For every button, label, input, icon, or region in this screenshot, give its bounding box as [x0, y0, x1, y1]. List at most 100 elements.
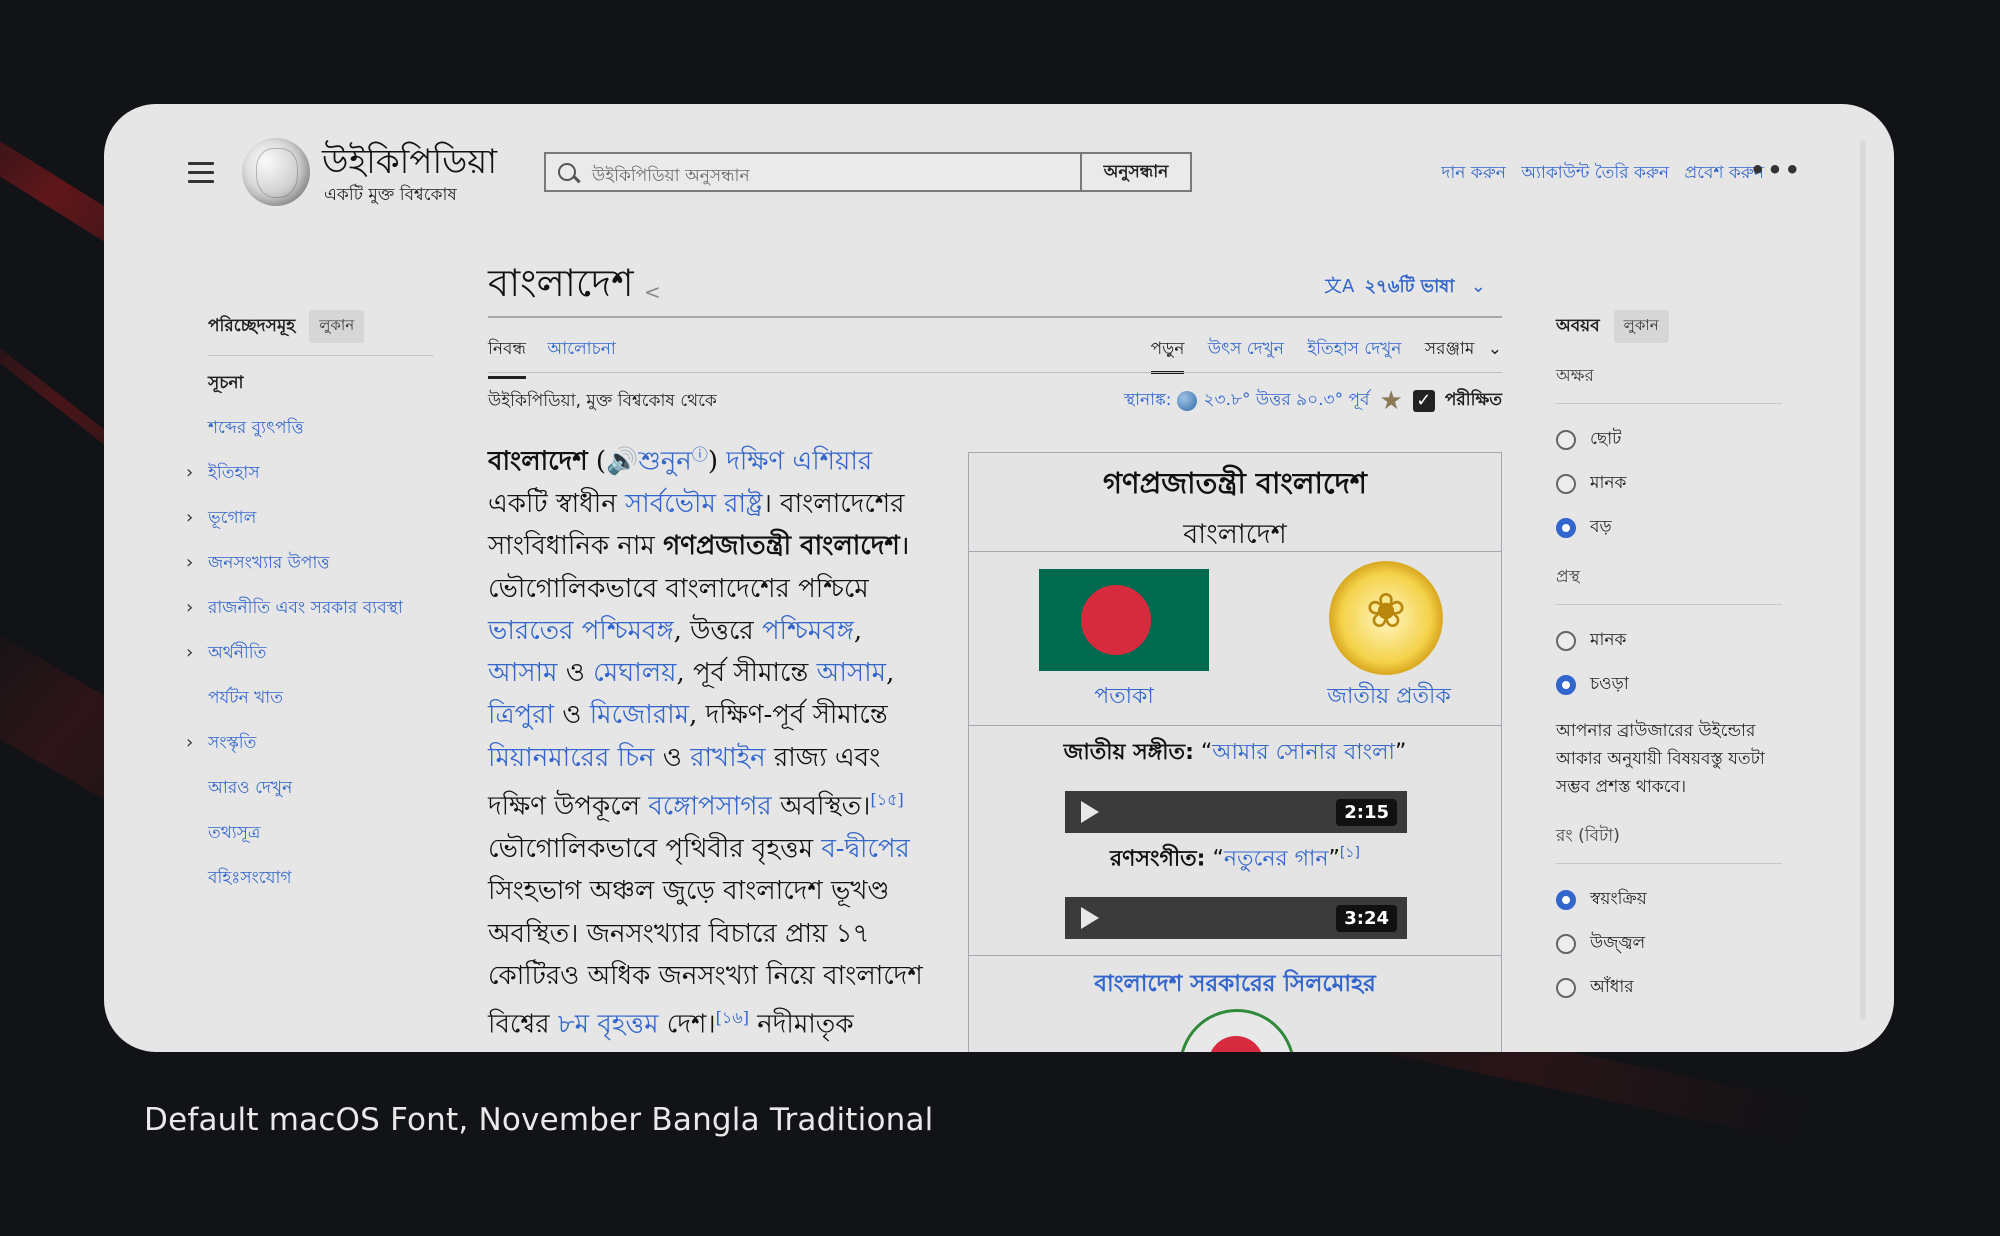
- appearance-hide-button[interactable]: লুকান: [1613, 310, 1669, 343]
- text: , দক্ষিণ-পূর্ব সীমান্তে: [689, 700, 888, 731]
- toc-item[interactable]: তথ্যসূত্র: [208, 820, 434, 865]
- wikipedia-globe-logo[interactable]: [242, 138, 310, 206]
- radio-button[interactable]: [1556, 934, 1576, 954]
- radio-button[interactable]: [1556, 430, 1576, 450]
- toc-hide-button[interactable]: লুকান: [309, 310, 365, 343]
- body-link[interactable]: বঙ্গোপসাগর: [648, 792, 771, 822]
- government-seal-image[interactable]: [1179, 1009, 1295, 1052]
- coord-value[interactable]: ২৩.৮° উত্তর ৯০.৩° পূর্ব: [1203, 387, 1369, 415]
- width-option[interactable]: মানক: [1556, 619, 1782, 663]
- tab-tools[interactable]: সরঞ্জাম: [1425, 339, 1474, 359]
- radio-button-selected[interactable]: [1556, 675, 1576, 695]
- info-icon[interactable]: ⓘ: [692, 445, 708, 464]
- listen-link[interactable]: 🔊শুনুন: [606, 447, 692, 477]
- toc-item[interactable]: › ইতিহাস: [186, 460, 434, 505]
- body-link[interactable]: ৮ম বৃহত্তম: [558, 1010, 659, 1040]
- reference-link[interactable]: [১৫]: [870, 790, 903, 809]
- text: ভৌগোলিকভাবে পৃথিবীর বৃহত্তম: [488, 833, 822, 864]
- chevron-down-icon[interactable]: ⌄: [1488, 339, 1502, 359]
- march-link[interactable]: নতুনের গান: [1224, 846, 1329, 871]
- toc-item[interactable]: › জনসংখ্যার উপাত্ত: [186, 550, 434, 595]
- divider: [969, 551, 1501, 552]
- body-link[interactable]: ত্রিপুরা: [488, 700, 554, 730]
- body-link[interactable]: মিজোরাম: [590, 700, 689, 730]
- body-link[interactable]: সার্বভৌম রাষ্ট্র: [625, 489, 763, 519]
- width-option[interactable]: চওড়া: [1556, 663, 1782, 707]
- tab-view-history[interactable]: ইতিহাস দেখুন: [1307, 339, 1401, 359]
- share-icon[interactable]: <: [644, 280, 661, 304]
- radio-button[interactable]: [1556, 631, 1576, 651]
- radio-button[interactable]: [1556, 474, 1576, 494]
- tab-talk[interactable]: আলোচনা: [547, 336, 616, 376]
- play-icon[interactable]: [1081, 907, 1099, 929]
- globe-icon[interactable]: [1177, 391, 1198, 411]
- body-line: মিয়ানমারের চিন ও রাখাইন রাজ্য এবং: [488, 737, 950, 779]
- article-body: বাংলাদেশ (🔊শুনুনⓘ) দক্ষিণ এশিয়ার একটি স…: [488, 434, 950, 1046]
- emblem-link[interactable]: জাতীয় প্রতীক: [1299, 679, 1479, 716]
- chevron-right-icon[interactable]: ›: [186, 595, 193, 621]
- tab-read[interactable]: পড়ুন: [1150, 339, 1185, 374]
- bangladesh-flag-image[interactable]: [1039, 569, 1209, 671]
- play-icon[interactable]: [1081, 801, 1099, 823]
- text-size-option[interactable]: বড়: [1556, 506, 1782, 550]
- radio-button[interactable]: [1556, 978, 1576, 998]
- color-option[interactable]: স্বয়ংক্রিয়: [1556, 878, 1782, 922]
- chevron-right-icon[interactable]: ›: [186, 460, 193, 486]
- color-option[interactable]: আঁধার: [1556, 966, 1782, 1010]
- body-link[interactable]: ব-দ্বীপের: [821, 834, 910, 864]
- scrollbar[interactable]: [1860, 140, 1866, 1020]
- chevron-right-icon[interactable]: ›: [186, 550, 193, 576]
- body-line: বিশ্বের ৮ম বৃহত্তম দেশ।[১৬] নদীমাতৃক: [488, 997, 950, 1046]
- body-link[interactable]: মিয়ানমারের চিন: [488, 743, 655, 773]
- toc-item[interactable]: আরও দেখুন: [208, 775, 434, 820]
- reference-link[interactable]: [১]: [1340, 845, 1360, 861]
- reference-link[interactable]: [১৬]: [716, 1008, 749, 1027]
- color-option[interactable]: উজ্জ্বল: [1556, 922, 1782, 966]
- donate-link[interactable]: দান করুন: [1441, 163, 1506, 183]
- search-button[interactable]: অনুসন্ধান: [1080, 152, 1192, 192]
- body-link[interactable]: ভারতের পশ্চিমবঙ্গ: [488, 616, 674, 646]
- body-link[interactable]: আসাম: [817, 658, 886, 688]
- text: অবস্থিত।: [771, 791, 871, 822]
- toc-item[interactable]: › সংস্কৃতি: [186, 730, 434, 775]
- audio-player[interactable]: 2:15: [1065, 791, 1407, 833]
- text: “: [1193, 740, 1213, 765]
- more-options-icon[interactable]: •••: [1750, 156, 1802, 184]
- search-input[interactable]: উইকিপিডিয়া অনুসন্ধান: [544, 152, 1084, 192]
- flag-link[interactable]: পতাকা: [1039, 679, 1209, 716]
- body-link[interactable]: দক্ষিণ এশিয়ার: [726, 447, 872, 477]
- divider: [1556, 863, 1782, 864]
- main-menu-icon[interactable]: [188, 162, 214, 184]
- body-link[interactable]: রাখাইন: [690, 743, 766, 773]
- toc-item[interactable]: পর্যটন খাত: [208, 685, 434, 730]
- toc-item-label: ইতিহাস: [208, 463, 260, 483]
- body-line: সিংহভাগ অঞ্চল জুড়ে বাংলাদেশ ভূখণ্ড: [488, 876, 890, 907]
- anthem-link[interactable]: আমার সোনার বাংলা: [1212, 740, 1395, 765]
- chevron-right-icon[interactable]: ›: [186, 640, 193, 666]
- create-account-link[interactable]: অ্যাকাউন্ট তৈরি করুন: [1521, 163, 1669, 183]
- toc-item[interactable]: সূচনা: [208, 370, 434, 415]
- body-link[interactable]: মেঘালয়: [593, 658, 676, 688]
- seal-link[interactable]: বাংলাদেশ সরকারের সিলমোহর: [969, 965, 1501, 1004]
- featured-star-icon: ★: [1379, 386, 1403, 416]
- text-size-option[interactable]: মানক: [1556, 462, 1782, 506]
- toc-item[interactable]: বহিঃসংযোগ: [208, 865, 434, 910]
- body-link[interactable]: পশ্চিমবঙ্গ: [762, 616, 854, 646]
- language-button[interactable]: 文A ২৭৬টি ভাষা ⌄: [1324, 272, 1486, 303]
- chevron-right-icon[interactable]: ›: [186, 505, 193, 531]
- radio-button-selected[interactable]: [1556, 890, 1576, 910]
- body-line: সাংবিধানিক নাম গণপ্রজাতন্ত্রী বাংলাদেশ।: [488, 525, 950, 567]
- coord-label: স্থানাঙ্ক:: [1123, 390, 1172, 410]
- toc-item[interactable]: › রাজনীতি এবং সরকার ব্যবস্থা: [186, 595, 434, 640]
- text-size-option[interactable]: ছোট: [1556, 418, 1782, 462]
- audio-player[interactable]: 3:24: [1065, 897, 1407, 939]
- radio-button-selected[interactable]: [1556, 518, 1576, 538]
- toc-item[interactable]: › ভূগোল: [186, 505, 434, 550]
- body-link[interactable]: আসাম: [488, 658, 557, 688]
- toc-item[interactable]: শব্দের ব্যুৎপত্তি: [208, 415, 434, 460]
- toc-item[interactable]: › অর্থনীতি: [186, 640, 434, 685]
- chevron-right-icon[interactable]: ›: [186, 730, 193, 756]
- chevron-down-icon: ⌄: [1470, 276, 1486, 297]
- tab-view-source[interactable]: উৎস দেখুন: [1208, 339, 1284, 359]
- national-emblem-image[interactable]: [1329, 561, 1443, 675]
